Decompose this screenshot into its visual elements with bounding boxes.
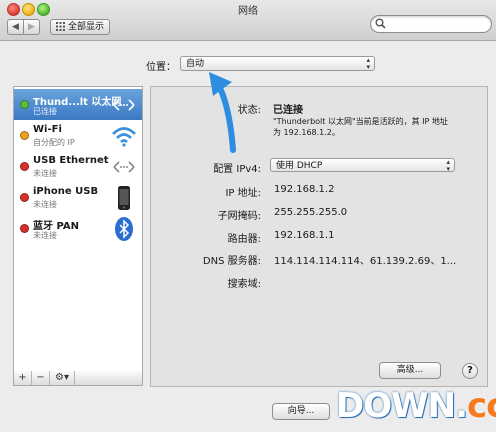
location-value: 自动 — [186, 59, 205, 69]
iphone-icon — [118, 186, 130, 210]
forward-button[interactable]: ▶ — [23, 19, 40, 35]
location-label: 位置： — [146, 62, 176, 73]
search-field[interactable] — [370, 15, 492, 33]
advanced-button[interactable]: 高级... — [379, 362, 441, 379]
status-label: 状态: — [237, 105, 261, 116]
service-name: iPhone USB — [33, 186, 99, 197]
watermark-logo: DOWN.cc — [336, 386, 496, 426]
service-name: Wi-Fi — [33, 124, 62, 135]
service-status: 未连接 — [33, 200, 57, 209]
service-status: 自分配的 IP — [33, 138, 75, 147]
service-item-wifi[interactable]: Wi-Fi 自分配的 IP — [14, 120, 142, 151]
service-list: Thund...lt 以太网 已连接 Wi-Fi 自分配的 IP USB Eth… — [13, 86, 143, 372]
status-dot-icon — [20, 162, 29, 171]
location-select[interactable]: 自动 ▴ ▾ — [180, 56, 375, 71]
router-label: 路由器: — [227, 234, 261, 245]
config-ipv4-value: 使用 DHCP — [276, 161, 323, 171]
help-button[interactable]: ? — [462, 363, 478, 379]
service-name: USB Ethernet — [33, 155, 109, 166]
forward-arrow-icon: ▶ — [28, 22, 35, 32]
service-status: 未连接 — [33, 169, 57, 178]
ethernet-arrows-icon — [113, 161, 135, 173]
gear-menu-button[interactable]: ⚙▾ — [50, 371, 75, 385]
service-item-bluetooth-pan[interactable]: 蓝牙 PAN 未连接 — [14, 213, 142, 244]
status-description-line2: 为 192.168.1.2。 — [273, 128, 340, 137]
subnet-mask-label: 子网掩码: — [217, 211, 261, 222]
title-bar: 网络 ◀ ▶ 全部显示 — [0, 0, 496, 41]
dns-server-label: DNS 服务器: — [202, 256, 261, 267]
status-description-line1: "Thunderbolt 以太网"当前是活跃的，其 IP 地址 — [273, 117, 448, 126]
config-ipv4-label: 配置 IPv4: — [213, 164, 261, 175]
service-status: 未连接 — [33, 231, 57, 240]
service-list-toolbar: + − ⚙▾ — [13, 371, 143, 386]
status-value: 已连接 — [273, 105, 303, 116]
ethernet-arrows-icon — [113, 99, 135, 111]
service-item-thunderbolt-ethernet[interactable]: Thund...lt 以太网 已连接 — [14, 89, 142, 120]
wifi-icon — [112, 127, 136, 147]
bluetooth-icon — [115, 217, 133, 241]
assistant-button[interactable]: 向导... — [272, 403, 330, 420]
show-all-button[interactable]: 全部显示 — [50, 19, 110, 35]
grid-icon — [55, 22, 65, 31]
service-item-usb-ethernet[interactable]: USB Ethernet 未连接 — [14, 151, 142, 182]
show-all-label: 全部显示 — [67, 22, 104, 32]
status-dot-icon — [20, 193, 29, 202]
remove-service-button[interactable]: − — [32, 371, 50, 385]
add-service-button[interactable]: + — [14, 371, 32, 385]
router-value: 192.168.1.1 — [274, 230, 335, 241]
status-dot-icon — [20, 224, 29, 233]
back-arrow-icon: ◀ — [12, 22, 19, 32]
dns-server-value: 114.114.114.114、61.139.2.69、1... — [274, 256, 457, 267]
search-domain-label: 搜索域: — [227, 279, 261, 290]
service-item-iphone-usb[interactable]: iPhone USB 未连接 — [14, 182, 142, 213]
search-icon — [375, 18, 386, 29]
subnet-mask-value: 255.255.255.0 — [274, 207, 348, 218]
service-status: 已连接 — [33, 107, 57, 116]
back-button[interactable]: ◀ — [7, 19, 24, 35]
status-dot-icon — [20, 100, 29, 109]
status-dot-icon — [20, 131, 29, 140]
ip-address-label: IP 地址: — [225, 188, 261, 199]
select-arrows-icon: ▴ ▾ — [446, 158, 450, 173]
config-ipv4-select[interactable]: 使用 DHCP ▴ ▾ — [270, 158, 455, 173]
ip-address-value: 192.168.1.2 — [274, 184, 335, 195]
select-arrows-icon: ▴ ▾ — [366, 56, 370, 71]
